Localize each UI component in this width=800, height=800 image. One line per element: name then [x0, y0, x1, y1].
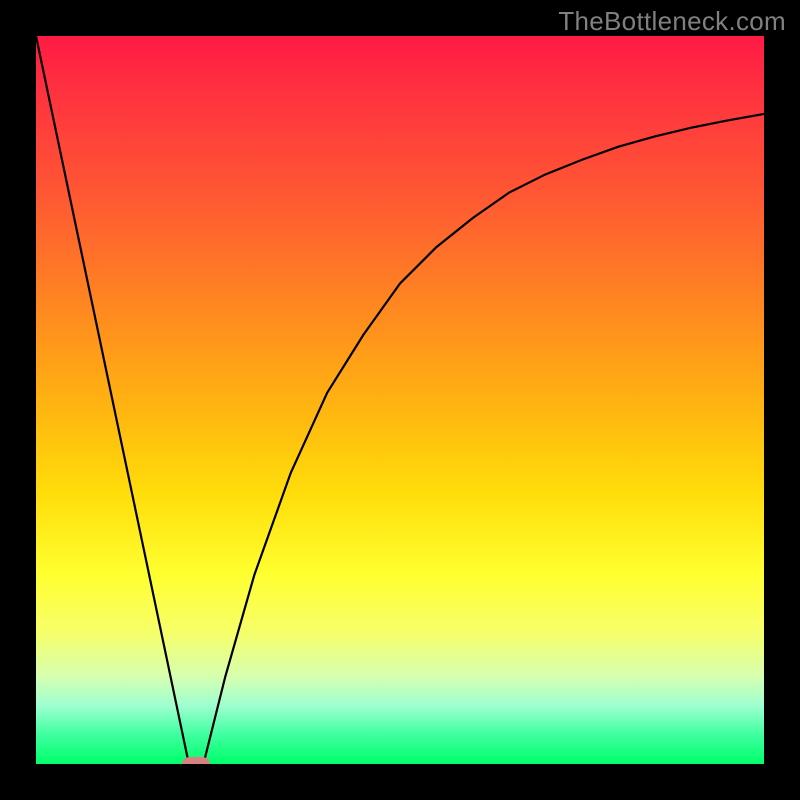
curve-right-branch — [203, 114, 764, 764]
curve-svg — [36, 36, 764, 764]
curve-left-branch — [36, 36, 189, 764]
plot-area — [36, 36, 764, 764]
watermark-text: TheBottleneck.com — [558, 6, 786, 37]
chart-frame: TheBottleneck.com — [0, 0, 800, 800]
bottleneck-marker — [182, 757, 210, 764]
